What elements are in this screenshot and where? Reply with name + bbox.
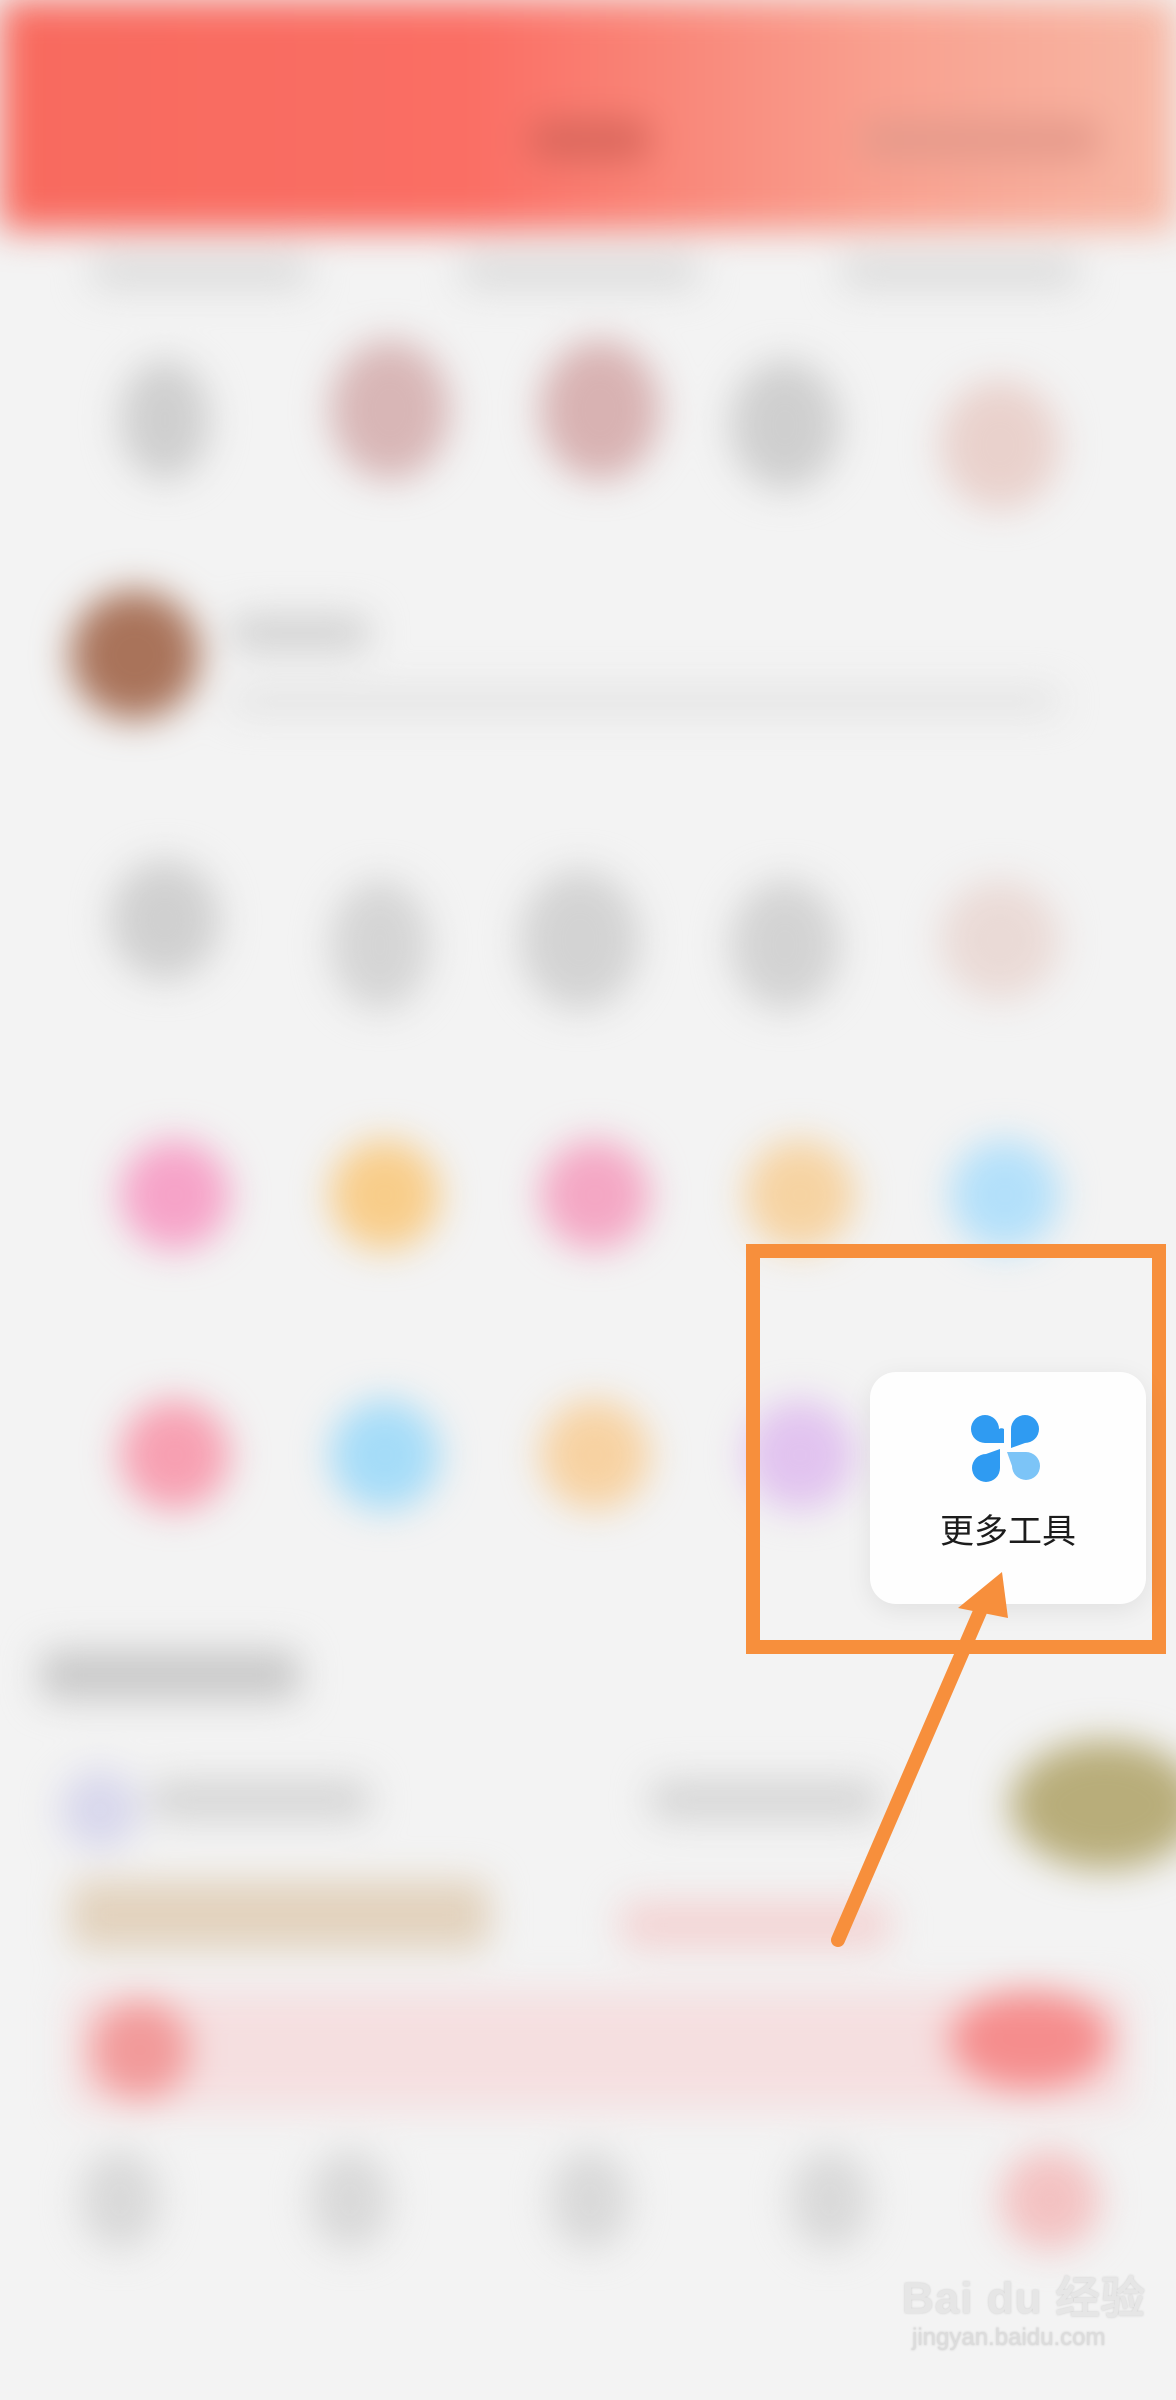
avatar-placeholder [70,590,200,720]
bottom-placeholder [550,2150,630,2250]
icon-placeholder [60,1770,140,1850]
text-placeholder [230,690,1060,712]
tool-placeholder [950,1140,1060,1250]
banner-placeholder [70,1880,490,1950]
bottom-placeholder [310,2150,390,2250]
more-tools-label: 更多工具 [940,1513,1076,1551]
banner-placeholder [1010,1740,1176,1870]
four-petal-grid-icon [971,1415,1040,1482]
section-title-placeholder [40,1650,300,1700]
shortcut-placeholder [110,860,220,980]
app-header [0,0,1176,230]
tool-placeholder [120,1140,230,1250]
header-title-placeholder [530,120,650,160]
shortcut-placeholder [330,880,430,1010]
tab-placeholder [840,255,1080,289]
tool-placeholder [745,1140,855,1250]
tool-placeholder [330,1400,440,1510]
icon-placeholder [950,1990,1110,2090]
shortcut-placeholder [120,360,210,480]
tab-placeholder [460,255,700,289]
bottom-placeholder [1000,2150,1100,2250]
bottom-placeholder [80,2150,160,2250]
tab-placeholder [90,255,310,289]
bottom-placeholder [790,2150,870,2250]
shortcut-placeholder [540,340,660,480]
shortcut-placeholder [520,870,640,1010]
tool-placeholder [540,1400,650,1510]
icon-placeholder [90,2000,190,2100]
shortcut-placeholder [940,380,1060,510]
shortcut-placeholder [730,880,840,1010]
more-tools-button[interactable]: 更多工具 [870,1372,1146,1604]
text-placeholder [230,615,370,651]
shortcut-placeholder [330,340,450,480]
shortcut-placeholder [940,880,1060,1000]
banner-placeholder [620,1900,890,1950]
text-placeholder [650,1780,880,1820]
watermark-logo: Bai du 经验 [902,2274,1146,2323]
tool-placeholder [120,1400,230,1510]
header-right-placeholder [860,120,1100,160]
blurred-app-background [0,0,1176,2400]
tool-placeholder [330,1140,440,1250]
watermark-url: jingyan.baidu.com [912,2324,1106,2351]
text-placeholder [150,1780,370,1820]
shortcut-placeholder [730,360,840,490]
tool-placeholder [540,1140,650,1250]
